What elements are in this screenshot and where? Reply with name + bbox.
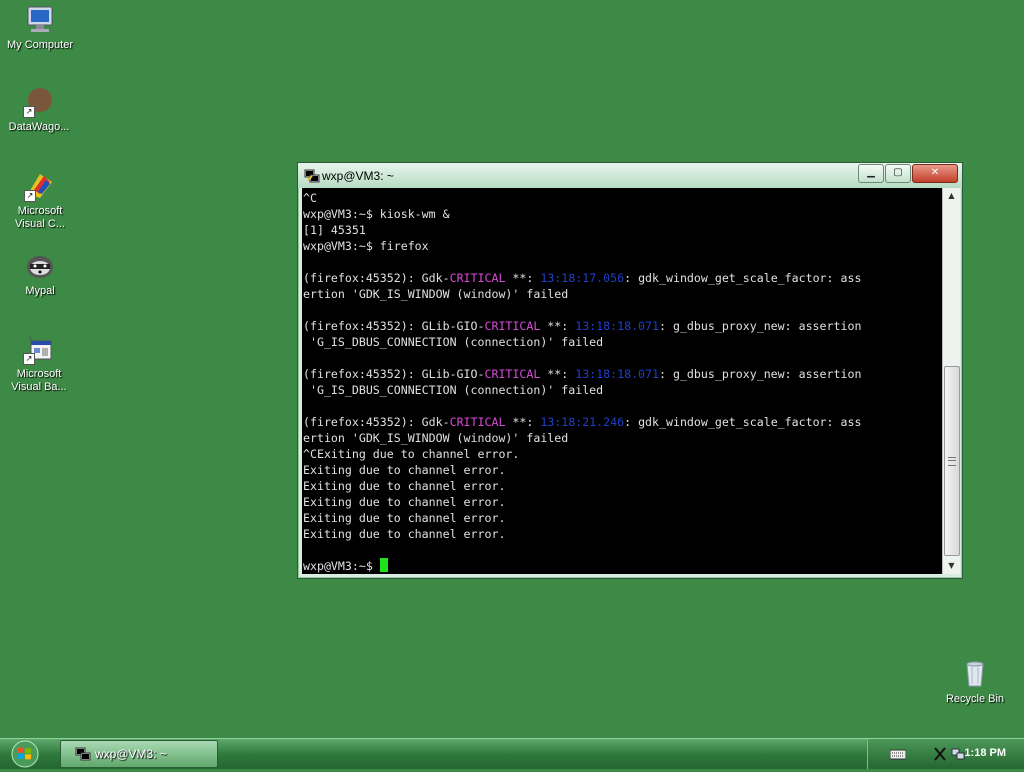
- scrollbar-thumb[interactable]: [944, 366, 960, 556]
- shortcut-arrow-icon: ↗: [23, 106, 35, 118]
- close-button[interactable]: ✕: [912, 164, 958, 183]
- window-title: wxp@VM3: ~: [322, 169, 394, 183]
- critical-keyword: CRITICAL: [449, 415, 506, 429]
- critical-keyword: CRITICAL: [449, 271, 506, 285]
- datawagon-icon: ↗: [23, 86, 55, 118]
- clock[interactable]: 1:18 PM: [964, 747, 1006, 759]
- maximize-icon: ▢: [893, 167, 903, 178]
- vertical-scrollbar[interactable]: ▲ ▼: [942, 188, 960, 574]
- windows-logo-icon: [11, 740, 39, 768]
- window-titlebar[interactable]: wxp@VM3: ~ ▁ ▢ ✕: [298, 163, 962, 188]
- scroll-down-arrow-icon[interactable]: ▼: [943, 558, 960, 574]
- terminal-text: ^C wxp@VM3:~$ kiosk-wm & [1] 45351 wxp@V…: [303, 191, 862, 573]
- taskbar-item-terminal[interactable]: wxp@VM3: ~: [60, 740, 218, 768]
- log-timestamp: 13:18:18.071: [575, 319, 659, 333]
- shortcut-arrow-icon: ↗: [24, 190, 36, 202]
- grip-icon: [948, 457, 956, 466]
- visual-c-icon: ↗: [24, 170, 56, 202]
- putty-icon: [304, 169, 320, 183]
- desktop-icon-label: DataWago...: [8, 121, 70, 133]
- taskbar-item-label: wxp@VM3: ~: [95, 747, 167, 761]
- x-server-icon[interactable]: [934, 747, 950, 761]
- my-computer-icon: [24, 4, 56, 36]
- terminal-window[interactable]: wxp@VM3: ~ ▁ ▢ ✕ ^C wxp@VM3:~$ kiosk-wm …: [297, 162, 963, 579]
- critical-keyword: CRITICAL: [484, 367, 541, 381]
- desktop-icon-label: Microsoft Visual Ba...: [11, 368, 67, 393]
- scroll-up-arrow-icon[interactable]: ▲: [943, 188, 960, 204]
- desktop-icon-mypal[interactable]: Mypal: [1, 250, 79, 298]
- desktop-icon-visual-c[interactable]: ↗ Microsoft Visual C...: [1, 170, 79, 231]
- desktop-icon-label: My Computer: [6, 39, 74, 51]
- minimize-button[interactable]: ▁: [858, 164, 884, 183]
- minimize-icon: ▁: [867, 167, 875, 178]
- shortcut-arrow-icon: ↗: [23, 353, 35, 365]
- desktop-icon-visual-basic[interactable]: ↗ Microsoft Visual Ba...: [0, 333, 78, 394]
- keyboard-icon[interactable]: [890, 747, 906, 761]
- critical-keyword: CRITICAL: [484, 319, 541, 333]
- terminal-output[interactable]: ^C wxp@VM3:~$ kiosk-wm & [1] 45351 wxp@V…: [302, 188, 942, 574]
- cursor-icon: [379, 558, 388, 572]
- close-icon: ✕: [930, 167, 940, 178]
- desktop-icon-label: Recycle Bin: [945, 693, 1005, 705]
- recycle-bin-icon: [959, 658, 991, 690]
- log-timestamp: 13:18:18.071: [575, 367, 659, 381]
- desktop-icon-label: Mypal: [25, 285, 55, 297]
- start-button[interactable]: [6, 740, 44, 768]
- log-timestamp: 13:18:21.246: [540, 415, 625, 429]
- visual-basic-icon: ↗: [23, 333, 55, 365]
- maximize-button[interactable]: ▢: [885, 164, 911, 183]
- desktop-icon-recycle-bin[interactable]: Recycle Bin: [936, 658, 1014, 706]
- putty-icon: [75, 747, 91, 761]
- taskbar: wxp@VM3: ~ 1:18 PM: [0, 738, 1024, 769]
- desktop-icon-datawagon[interactable]: ↗ DataWago...: [0, 86, 78, 134]
- log-timestamp: 13:18:17.056: [540, 271, 625, 285]
- system-tray: 1:18 PM: [867, 739, 1024, 769]
- desktop-icon-my-computer[interactable]: My Computer: [1, 4, 79, 52]
- mypal-icon: [24, 250, 56, 282]
- desktop-icon-label: Microsoft Visual C...: [15, 205, 65, 230]
